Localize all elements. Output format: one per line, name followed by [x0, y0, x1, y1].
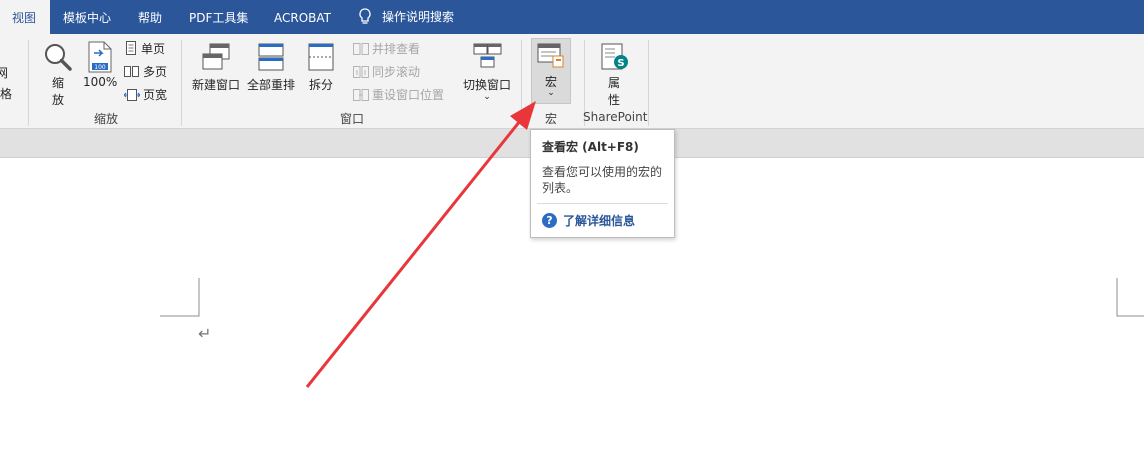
multiple-pages-label: 多页 — [143, 65, 168, 79]
paragraph-mark: ↵ — [198, 324, 212, 343]
side-by-side-label: 并排查看 — [372, 42, 421, 56]
view-side-by-side-button[interactable]: 并排查看 — [353, 40, 420, 57]
split-button[interactable]: 拆分 — [303, 42, 339, 93]
tab-pdf-tools[interactable]: PDF工具集 — [189, 0, 248, 34]
tooltip-learn-more-link[interactable]: ? 了解详细信息 — [542, 212, 635, 229]
properties-label-1: 属 — [607, 76, 620, 90]
zoom-100-button[interactable]: 100 100% — [83, 41, 117, 89]
sharepoint-properties-icon: S — [601, 43, 628, 70]
new-window-button[interactable]: 新建窗口 — [190, 42, 242, 93]
tab-acrobat[interactable]: ACROBAT — [274, 0, 331, 34]
single-page-icon — [126, 41, 136, 55]
group-separator — [181, 40, 182, 126]
properties-button[interactable]: S 属 性 — [596, 42, 632, 108]
reset-position-label: 重设窗口位置 — [372, 88, 445, 102]
zoom-label-2: 放 — [51, 93, 64, 107]
sharepoint-group-label: SharePoint — [583, 110, 648, 124]
multiple-pages-button[interactable]: 多页 — [124, 63, 167, 80]
macros-tooltip: 查看宏 (Alt+F8) 查看您可以使用的宏的列表。 ? 了解详细信息 — [530, 129, 675, 238]
gridlines-partial[interactable]: 网 格 — [0, 64, 14, 102]
macro-group-label: 宏 — [544, 112, 557, 126]
page-width-button[interactable]: 页宽 — [124, 86, 167, 103]
tab-view[interactable]: 视图 — [0, 0, 50, 34]
group-separator — [648, 40, 649, 126]
learn-more-label: 了解详细信息 — [563, 214, 636, 228]
zoom-button[interactable]: 缩 放 — [42, 42, 74, 108]
switch-windows-label: 切换窗口 — [462, 78, 511, 92]
gridlines-label-2: 格 — [0, 87, 13, 101]
switch-windows-button[interactable]: 切换窗口 ⌄ — [461, 42, 513, 102]
gridlines-label-1: 网 — [0, 66, 8, 80]
tooltip-title: 查看宏 (Alt+F8) — [542, 140, 639, 154]
chevron-down-icon: ⌄ — [547, 88, 555, 98]
magnifier-icon — [45, 44, 72, 71]
split-icon — [308, 43, 334, 71]
tell-me-search[interactable]: 操作说明搜索 — [358, 0, 454, 34]
arrange-all-icon — [258, 43, 284, 71]
margin-corner-top-left — [160, 278, 200, 317]
multi-page-icon — [124, 65, 139, 77]
tooltip-divider — [537, 203, 668, 204]
arrange-all-button[interactable]: 全部重排 — [245, 42, 297, 93]
svg-text:S: S — [617, 58, 624, 69]
split-label: 拆分 — [308, 78, 333, 92]
macro-icon — [537, 43, 564, 68]
window-group-label: 窗口 — [339, 112, 364, 126]
lightbulb-icon — [359, 8, 371, 24]
switch-windows-icon — [473, 43, 502, 68]
group-separator — [521, 40, 522, 126]
page-100-icon: 100 — [88, 41, 112, 73]
reset-position-icon — [353, 88, 369, 101]
sync-scroll-icon — [353, 65, 369, 78]
side-by-side-icon — [353, 42, 369, 55]
zoom-group-label: 缩放 — [93, 112, 118, 126]
properties-label-2: 性 — [607, 93, 620, 107]
tab-template-center[interactable]: 模板中心 — [63, 0, 111, 34]
ribbon-tab-bar: 视图 模板中心 帮助 PDF工具集 ACROBAT 操作说明搜索 — [0, 0, 1144, 34]
reset-window-position-button[interactable]: 重设窗口位置 — [353, 86, 444, 103]
one-page-label: 单页 — [141, 42, 166, 56]
new-window-label: 新建窗口 — [191, 78, 240, 92]
synchronous-scrolling-button[interactable]: 同步滚动 — [353, 63, 420, 80]
tab-help[interactable]: 帮助 — [138, 0, 162, 34]
arrange-all-label: 全部重排 — [246, 78, 295, 92]
zoom-label-1: 缩 — [51, 76, 64, 90]
group-separator — [28, 40, 29, 126]
new-window-icon — [202, 43, 230, 70]
margin-corner-top-right — [1116, 278, 1144, 317]
tell-me-label: 操作说明搜索 — [382, 10, 455, 24]
help-question-icon: ? — [542, 213, 557, 228]
svg-text:100: 100 — [94, 64, 106, 71]
macros-button[interactable]: 宏 ⌄ — [531, 38, 571, 104]
chevron-down-icon: ⌄ — [483, 92, 491, 102]
sync-scroll-label: 同步滚动 — [372, 65, 421, 79]
page-width-icon — [124, 88, 140, 101]
page-width-label: 页宽 — [143, 88, 168, 102]
zoom-100-label: 100% — [83, 75, 118, 89]
ribbon-view: 网 格 缩 放 100 100% 单页 多页 页宽 缩放 新建窗口 全部重排 拆… — [0, 34, 1144, 129]
tooltip-description: 查看您可以使用的宏的列表。 — [542, 165, 663, 195]
one-page-button[interactable]: 单页 — [124, 40, 165, 57]
